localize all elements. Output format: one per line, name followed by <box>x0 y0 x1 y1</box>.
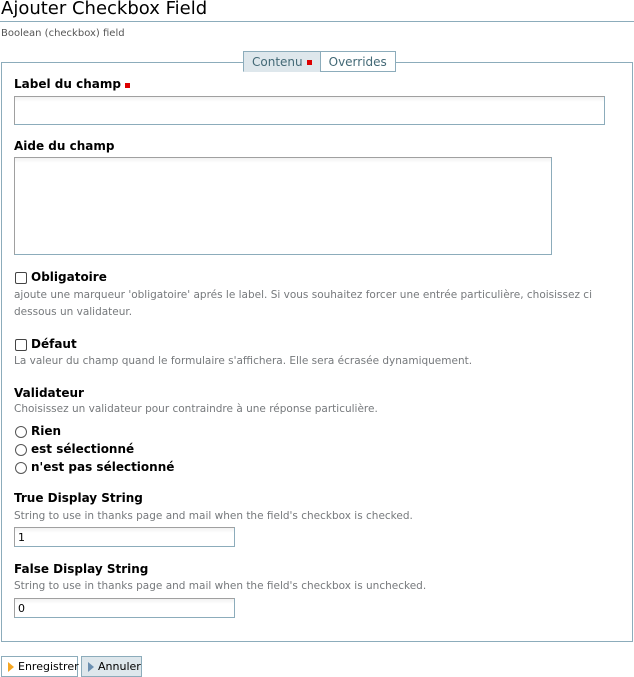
false-display-label: False Display String <box>14 562 149 576</box>
page-subtitle: Boolean (checkbox) field <box>1 28 125 39</box>
required-marker-icon <box>124 83 130 88</box>
required-checkbox[interactable] <box>15 272 27 284</box>
cancel-button[interactable]: Annuler <box>81 656 142 677</box>
validator-label: Validateur <box>14 386 84 400</box>
false-display-help: String to use in thanks page and mail wh… <box>14 580 427 592</box>
arrow-right-icon <box>8 661 14 672</box>
page-title: Ajouter Checkbox Field <box>1 0 208 19</box>
tab-label: Contenu <box>252 55 303 69</box>
field-label-title: Label du champ <box>14 77 130 91</box>
true-display-label: True Display String <box>14 491 143 505</box>
default-checkbox[interactable] <box>15 339 27 351</box>
validator-help: Choisissez un validateur pour contraindr… <box>14 403 378 415</box>
cancel-button-label: Annuler <box>98 660 141 673</box>
validator-radio-rien[interactable] <box>15 426 27 438</box>
validator-option-label: n'est pas sélectionné <box>31 460 175 474</box>
field-help-textarea[interactable] <box>14 157 552 255</box>
form-tabs: Contenu Overrides <box>243 51 396 72</box>
default-label: Défaut <box>31 337 77 351</box>
field-help-title: Aide du champ <box>14 139 115 153</box>
save-button[interactable]: Enregistrer <box>1 656 79 677</box>
arrow-right-icon <box>88 661 94 672</box>
validator-radio-selected[interactable] <box>15 444 27 456</box>
tab-label: Overrides <box>328 55 387 69</box>
required-label: Obligatoire <box>31 270 107 284</box>
true-display-help: String to use in thanks page and mail wh… <box>14 510 413 522</box>
tab-contenu[interactable]: Contenu <box>243 51 321 72</box>
validator-radio-not-selected[interactable] <box>15 462 27 474</box>
validator-option-label: Rien <box>31 424 62 438</box>
required-help: ajoute une marqueur 'obligatoire' aprés … <box>14 289 592 318</box>
required-marker-icon <box>306 60 312 65</box>
validator-option-label: est sélectionné <box>31 442 135 456</box>
default-help: La valeur du champ quand le formulaire s… <box>14 355 473 367</box>
tab-overrides[interactable]: Overrides <box>319 51 396 72</box>
save-button-label: Enregistrer <box>18 660 79 673</box>
false-display-input[interactable] <box>14 598 235 618</box>
field-label-input[interactable] <box>14 96 605 125</box>
true-display-input[interactable] <box>14 527 235 547</box>
title-divider <box>0 21 634 22</box>
